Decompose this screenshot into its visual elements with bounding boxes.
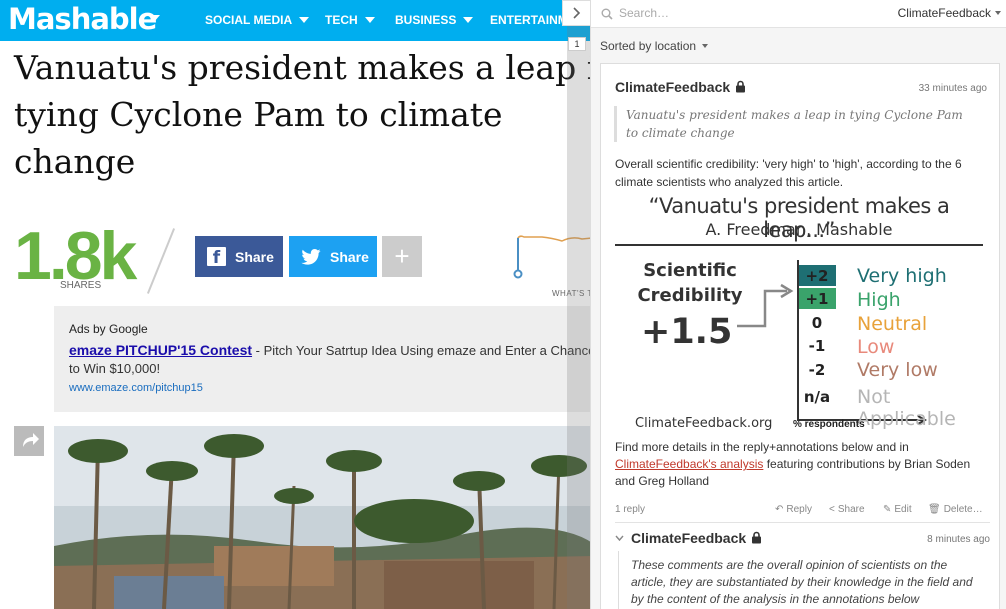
scale-label: High bbox=[857, 289, 901, 311]
scale-value: +1 bbox=[805, 290, 829, 308]
credibility-figure: “Vanuatu's president makes a leap...” A.… bbox=[615, 192, 983, 434]
scale-label: Neutral bbox=[857, 313, 928, 335]
chevron-down-icon bbox=[299, 17, 310, 23]
reply-count-link[interactable]: 1 reply bbox=[615, 504, 645, 515]
trash-icon: 🗑 bbox=[928, 504, 941, 515]
nav-tech[interactable]: TECH bbox=[325, 13, 375, 27]
share-arrow-button[interactable] bbox=[14, 426, 44, 456]
share-icon: < bbox=[829, 504, 835, 515]
respondents-label: % respondents bbox=[793, 419, 865, 430]
chevron-down-icon bbox=[995, 11, 1001, 15]
ads-by-google-label: Ads by Google bbox=[69, 322, 148, 336]
scale-value: -2 bbox=[808, 361, 826, 379]
nav-business[interactable]: BUSINESS bbox=[395, 13, 474, 27]
chevron-down-icon bbox=[364, 17, 375, 23]
lock-icon bbox=[752, 531, 762, 544]
collapse-reply-toggle[interactable] bbox=[615, 533, 624, 545]
ad-url[interactable]: www.emaze.com/pitchup15 bbox=[69, 382, 203, 394]
credibility-text: Overall scientific credibility: 'very hi… bbox=[615, 157, 962, 189]
google-ad-block: Ads by Google emaze PITCHUP'15 Contest -… bbox=[54, 306, 595, 412]
search-icon[interactable] bbox=[601, 8, 613, 20]
facebook-icon: f bbox=[207, 247, 226, 268]
sidebar-top-bar: Search… ClimateFeedback bbox=[591, 0, 1006, 28]
delete-button[interactable]: 🗑 Delete… bbox=[928, 504, 983, 515]
annotation-sidebar: Search… ClimateFeedback Sorted by locati… bbox=[590, 0, 1006, 609]
reply-label: Reply bbox=[786, 504, 812, 515]
annotation-timestamp[interactable]: 33 minutes ago bbox=[919, 83, 987, 94]
scale-label: Very high bbox=[857, 265, 947, 287]
logo-chevron-down-icon[interactable] bbox=[148, 15, 160, 22]
search-input[interactable]: Search… bbox=[619, 6, 669, 20]
annotation-quote: Vanuatu's president makes a leap in tyin… bbox=[614, 106, 974, 142]
more-share-button[interactable]: + bbox=[382, 236, 422, 277]
nav-label: TECH bbox=[325, 13, 358, 27]
facebook-share-label: Share bbox=[235, 248, 274, 265]
scale-value: -1 bbox=[808, 337, 826, 355]
site-logo[interactable]: Mashable bbox=[8, 2, 157, 36]
page-overlay-shade bbox=[567, 0, 592, 609]
score-arrow bbox=[737, 289, 787, 328]
thread-rail bbox=[618, 551, 619, 609]
sort-dropdown[interactable]: Sorted by location bbox=[600, 39, 709, 53]
edit-button[interactable]: ✎ Edit bbox=[883, 504, 912, 515]
scale-label: Low bbox=[857, 336, 895, 358]
chevron-down-icon bbox=[463, 17, 474, 23]
nav-social-media[interactable]: SOCIAL MEDIA bbox=[205, 13, 310, 27]
reply-button[interactable]: ↶ Reply bbox=[775, 504, 812, 515]
annotation-author-name: ClimateFeedback bbox=[615, 79, 731, 95]
article-headline: Vanuatu's president makes a leap in tyin… bbox=[14, 48, 619, 181]
facebook-share-button[interactable]: f Share bbox=[195, 236, 283, 277]
chevron-down-icon bbox=[615, 535, 624, 542]
chevron-right-icon bbox=[573, 7, 581, 19]
scale-label: Very low bbox=[857, 359, 938, 381]
user-menu[interactable]: ClimateFeedback bbox=[898, 6, 1001, 20]
annotation-count-badge[interactable]: 1 bbox=[568, 37, 586, 51]
nav-label: ENTERTAINM bbox=[490, 13, 568, 27]
ad-text: emaze PITCHUP'15 Contest - Pitch Your Sa… bbox=[69, 341, 599, 378]
shares-label: SHARES bbox=[60, 280, 102, 291]
analysis-link[interactable]: ClimateFeedback's analysis bbox=[615, 457, 763, 471]
twitter-icon bbox=[301, 248, 321, 265]
scale-value: 0 bbox=[811, 314, 823, 332]
share-button[interactable]: < Share bbox=[829, 504, 865, 515]
annotation-actions: 1 reply ↶ Reply < Share ✎ Edit 🗑 Delete… bbox=[615, 503, 990, 519]
reply-text: These comments are the overall opinion o… bbox=[631, 558, 973, 606]
lock-icon bbox=[736, 80, 746, 93]
twitter-share-button[interactable]: Share bbox=[289, 236, 377, 277]
delete-label: Delete… bbox=[943, 504, 983, 515]
nav-entertainment[interactable]: ENTERTAINM bbox=[490, 13, 568, 27]
reply-icon: ↶ bbox=[775, 504, 784, 515]
pencil-icon: ✎ bbox=[883, 504, 892, 515]
chevron-down-icon bbox=[702, 44, 709, 48]
user-name: ClimateFeedback bbox=[897, 6, 991, 20]
nav-label: BUSINESS bbox=[395, 13, 457, 27]
figure-site-label: ClimateFeedback.org bbox=[635, 416, 773, 431]
scale-value: n/a bbox=[803, 388, 831, 406]
sort-label: Sorted by location bbox=[600, 39, 697, 53]
article-photo bbox=[54, 426, 594, 609]
scale-label: Not Applicable bbox=[857, 386, 956, 430]
scale-value: +2 bbox=[805, 267, 829, 285]
annotation-card: ClimateFeedback 33 minutes ago Vanuatu's… bbox=[600, 63, 1000, 609]
reply-thread: ClimateFeedback 8 minutes ago These comm… bbox=[615, 522, 990, 609]
reply-timestamp[interactable]: 8 minutes ago bbox=[927, 534, 990, 545]
reply-author[interactable]: ClimateFeedback bbox=[631, 530, 762, 546]
collapse-sidebar-button[interactable] bbox=[562, 0, 590, 26]
share-label: Share bbox=[837, 504, 865, 515]
reply-author-name: ClimateFeedback bbox=[631, 530, 747, 546]
details-prefix: Find more details in the reply+annotatio… bbox=[615, 440, 909, 454]
twitter-share-label: Share bbox=[330, 248, 369, 265]
nav-label: SOCIAL MEDIA bbox=[205, 13, 293, 27]
details-text: Find more details in the reply+annotatio… bbox=[615, 439, 990, 490]
ad-link[interactable]: emaze PITCHUP'15 Contest bbox=[69, 342, 252, 358]
divider bbox=[146, 228, 176, 294]
edit-label: Edit bbox=[894, 504, 912, 515]
annotation-author[interactable]: ClimateFeedback bbox=[615, 79, 746, 95]
share-arrow-icon bbox=[23, 433, 39, 447]
